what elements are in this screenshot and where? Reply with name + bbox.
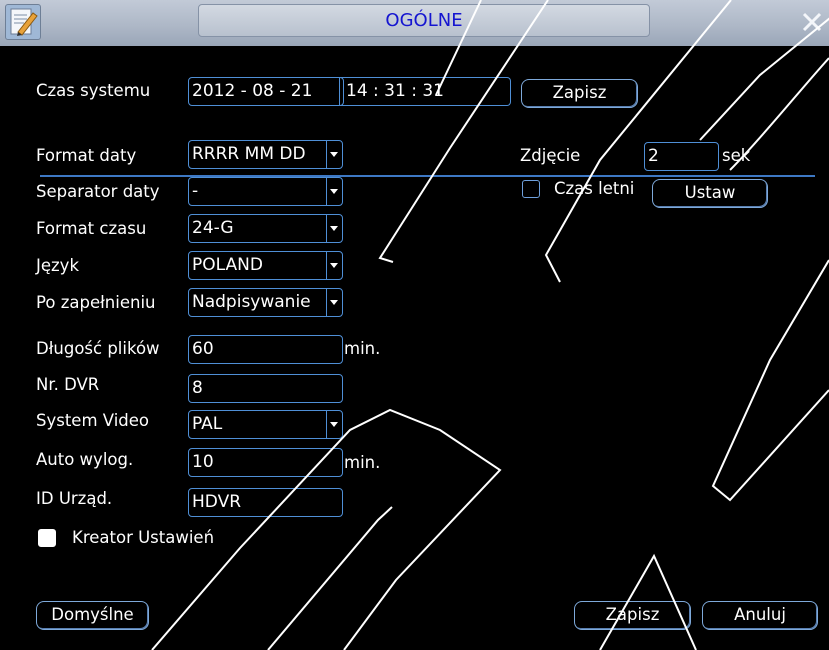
auto-logout-unit: min. — [344, 453, 381, 472]
language-label: Język — [36, 256, 79, 275]
save-time-button[interactable]: Zapisz — [521, 79, 638, 108]
date-format-value: RRRR MM DD — [192, 144, 306, 164]
language-value: POLAND — [192, 255, 263, 275]
device-id-label: ID Urząd. — [36, 489, 113, 508]
date-separator-select[interactable]: - — [188, 177, 343, 206]
wizard-checkbox[interactable] — [38, 529, 56, 547]
edit-note-icon — [5, 4, 41, 40]
dst-label: Czas letni — [554, 179, 635, 198]
chevron-down-icon[interactable] — [326, 141, 342, 168]
title-bar: OGÓLNE — [0, 0, 829, 46]
dvr-no-input[interactable]: 8 — [188, 374, 343, 403]
chevron-down-icon[interactable] — [326, 178, 342, 205]
hdd-full-value: Nadpisywanie — [192, 292, 311, 312]
hdd-full-label: Po zapełnieniu — [36, 293, 156, 312]
settings-window: OGÓLNE Czas systemu 2012 - 08 - 21 14 : … — [0, 0, 829, 650]
date-separator-value: - — [192, 181, 199, 201]
chevron-down-icon[interactable] — [326, 411, 342, 438]
dst-set-button[interactable]: Ustaw — [652, 179, 768, 208]
chevron-down-icon[interactable] — [326, 215, 342, 242]
settings-panel: Czas systemu 2012 - 08 - 21 14 : 31 : 31… — [10, 48, 819, 640]
time-format-select[interactable]: 24-G — [188, 214, 343, 243]
time-format-value: 24-G — [192, 218, 234, 238]
date-format-select[interactable]: RRRR MM DD — [188, 140, 343, 169]
video-system-select[interactable]: PAL — [188, 410, 343, 439]
system-time-label: Czas systemu — [36, 81, 151, 100]
snapshot-label: Zdjęcie — [520, 146, 581, 165]
date-separator-label: Separator daty — [36, 182, 160, 201]
snapshot-unit: sek — [722, 146, 751, 165]
file-length-label: Długość plików — [36, 339, 160, 358]
system-time-field[interactable]: 14 : 31 : 31 — [339, 77, 511, 106]
auto-logout-input[interactable]: 10 — [188, 448, 343, 477]
system-time-value: 14 : 31 : 31 — [346, 81, 444, 101]
close-icon[interactable] — [790, 0, 828, 38]
save-button[interactable]: Zapisz — [574, 601, 691, 630]
cancel-button[interactable]: Anuluj — [702, 601, 818, 630]
language-select[interactable]: POLAND — [188, 251, 343, 280]
video-system-label: System Video — [36, 411, 150, 430]
divider — [40, 175, 815, 177]
auto-logout-label: Auto wylog. — [36, 450, 134, 469]
dvr-no-label: Nr. DVR — [36, 375, 100, 394]
file-length-unit: min. — [344, 339, 381, 358]
default-button[interactable]: Domyślne — [36, 601, 149, 630]
system-date-field[interactable]: 2012 - 08 - 21 — [188, 77, 344, 106]
video-system-value: PAL — [192, 414, 223, 434]
snapshot-input[interactable]: 2 — [644, 142, 719, 171]
time-format-label: Format czasu — [36, 219, 147, 238]
hdd-full-select[interactable]: Nadpisywanie — [188, 288, 343, 317]
file-length-input[interactable]: 60 — [188, 335, 343, 364]
device-id-input[interactable]: HDVR — [188, 488, 343, 517]
dst-checkbox[interactable] — [522, 180, 540, 198]
chevron-down-icon[interactable] — [326, 252, 342, 279]
window-title: OGÓLNE — [198, 4, 650, 37]
wizard-label: Kreator Ustawień — [72, 528, 215, 547]
date-format-label: Format daty — [36, 146, 137, 165]
chevron-down-icon[interactable] — [326, 289, 342, 316]
